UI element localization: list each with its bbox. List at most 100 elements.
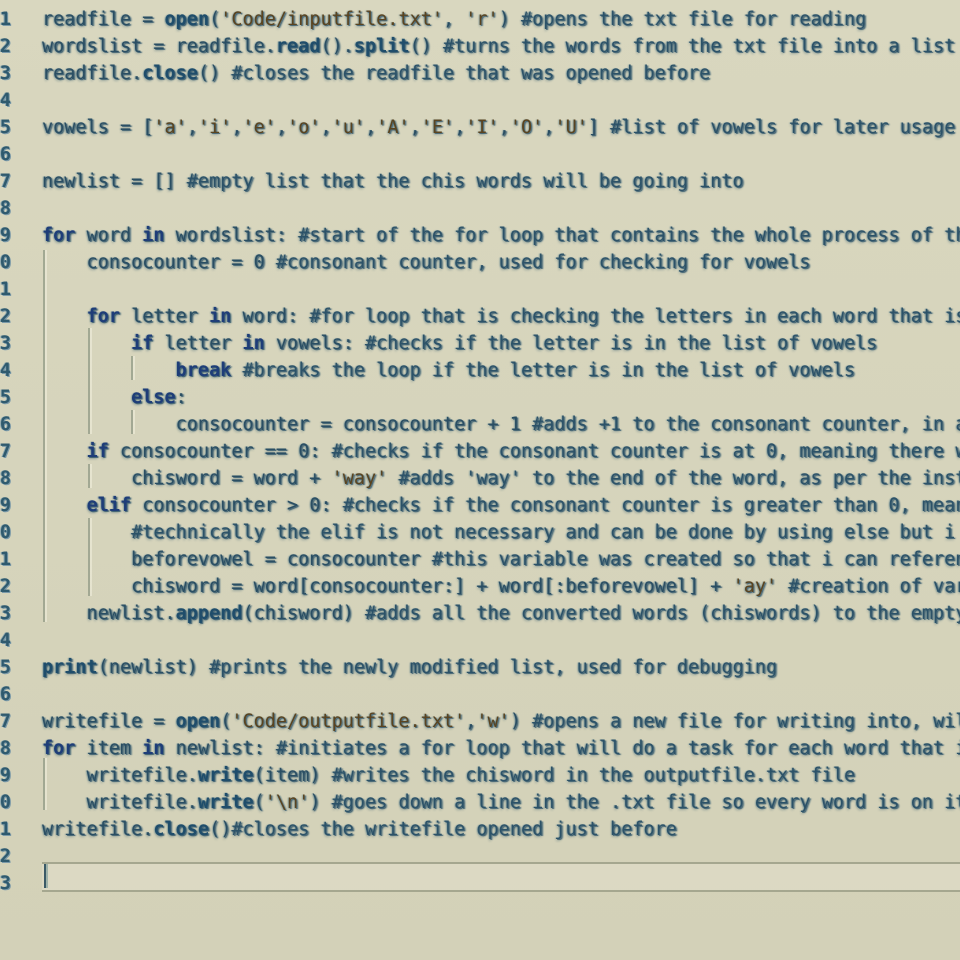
code-line[interactable] [0,627,960,654]
code-token: item [75,738,143,759]
code-token: consocounter = 0 [42,252,276,273]
code-line[interactable]: readfile.close() #closes the readfile th… [0,60,960,87]
code-token: #technically the elif is not necessary a… [131,522,960,543]
code-line[interactable]: wordslist = readfile.read().split() #tur… [0,33,960,60]
code-token: , [365,117,377,138]
code-editor[interactable]: 123456789012345678901234567890123 readfi… [0,0,960,960]
code-token: close [153,819,210,840]
code-token: #closes the writefile opened just before [231,819,677,840]
code-token: in [209,306,232,327]
code-token: ) [309,792,332,813]
code-line[interactable]: vowels = ['a','i','e','o','u','A','E','I… [0,114,960,141]
code-line[interactable]: for letter in word: #for loop that is ch… [0,303,960,330]
code-line[interactable] [0,276,960,303]
code-line[interactable]: writefile.close()#closes the writefile o… [0,816,960,843]
text-caret [44,864,46,888]
code-token: #for loop that is checking the letters i… [309,306,960,327]
code-token: if [86,441,109,462]
code-line[interactable]: #technically the elif is not necessary a… [0,519,960,546]
code-token: ( [209,9,221,30]
code-token: 'e' [242,117,276,138]
code-token: split [353,36,410,57]
code-token: #consonant counter, used for checking fo… [275,252,811,273]
code-line[interactable] [0,681,960,708]
code-line[interactable]: if letter in vowels: #checks if the lett… [0,330,960,357]
code-token: elif [86,495,132,516]
code-token: , [320,117,332,138]
code-line[interactable] [0,87,960,114]
code-token: #prints the newly modified list, used fo… [209,657,778,678]
code-token: , [186,117,198,138]
code-token: in [142,738,165,759]
code-token: for [42,738,76,759]
code-line[interactable]: writefile.write('\n') #goes down a line … [0,789,960,816]
code-token: #closes the readfile that was opened bef… [231,63,711,84]
code-token: newlist. [42,603,176,624]
code-token: wordslist: [164,225,299,246]
code-token: #list of vowels for later usage [610,117,956,138]
code-token: 'r' [465,9,499,30]
code-line[interactable]: newlist = [] #empty list that the chis w… [0,168,960,195]
code-line[interactable]: if consocounter == 0: #checks if the con… [0,438,960,465]
code-token: , [454,117,466,138]
code-token: chisword = word[consocounter:] + word[:b… [42,576,733,597]
code-token: , [409,117,421,138]
code-token: 'O' [509,117,544,138]
code-token: 'i' [197,117,232,138]
code-area[interactable]: readfile = open('Code/inputfile.txt', 'r… [0,0,960,960]
code-line[interactable] [0,141,960,168]
code-token: letter [119,306,210,327]
code-token: vowels = [ [42,117,154,138]
code-line[interactable]: break #breaks the loop if the letter is … [0,357,960,384]
code-line[interactable]: newlist.append(chisword) #adds all the c… [0,600,960,627]
code-line[interactable]: print(newlist) #prints the newly modifie… [0,654,960,681]
code-line[interactable]: else: [0,384,960,411]
code-line[interactable]: chisword = word + 'way' #adds 'way' to t… [0,465,960,492]
code-token: , [231,117,243,138]
code-token: newlist: [164,738,276,759]
code-token: #start of the for loop that contains the… [298,225,960,246]
code-token: #checks if the letter is in the list of … [365,333,878,354]
code-token: for [42,225,76,246]
code-token: 'o' [287,117,321,138]
code-token: #writes the chisword in the outputfile.t… [331,765,856,786]
code-token: #opens a new file for writing into, will [532,711,960,732]
code-line[interactable] [0,195,960,222]
code-token: 'E' [420,117,455,138]
code-token: consocounter == 0: [108,441,332,462]
code-token: 'Code/inputfile.txt' [220,9,443,30]
code-line[interactable]: chisword = word[consocounter:] + word[:b… [0,573,960,600]
code-token: #turns the words from the txt file into … [443,36,956,57]
code-line[interactable]: writefile.write(item) #writes the chiswo… [0,762,960,789]
code-line[interactable]: for item in newlist: #initiates a for lo… [0,735,960,762]
code-token: () [409,36,444,57]
code-token: consocounter > 0: [131,495,343,516]
code-token: #adds +1 to the consonant counter, in a … [532,414,960,435]
code-line[interactable]: consocounter = consocounter + 1 #adds +1… [0,411,960,438]
code-line[interactable]: elif consocounter > 0: #checks if the co… [0,492,960,519]
code-line[interactable]: for word in wordslist: #start of the for… [0,222,960,249]
code-token: () [197,63,232,84]
code-line[interactable]: consocounter = 0 #consonant counter, use… [0,249,960,276]
code-token: ( [253,792,265,813]
code-token: open [175,711,221,732]
code-token: 'way' [331,468,388,489]
code-token: chisword = word + [42,468,332,489]
code-line[interactable]: beforevowel = consocounter #this variabl… [0,546,960,573]
code-token: ] [587,117,611,138]
code-token: if [131,333,154,354]
code-token: read [275,36,321,57]
code-token: 'w' [476,711,510,732]
code-token: #breaks the loop if the letter is in the… [242,360,856,381]
code-token: 'u' [331,117,366,138]
code-line[interactable]: writefile = open('Code/outputfile.txt','… [0,708,960,735]
code-line[interactable]: readfile = open('Code/inputfile.txt', 'r… [0,6,960,33]
code-token: writefile. [42,765,198,786]
